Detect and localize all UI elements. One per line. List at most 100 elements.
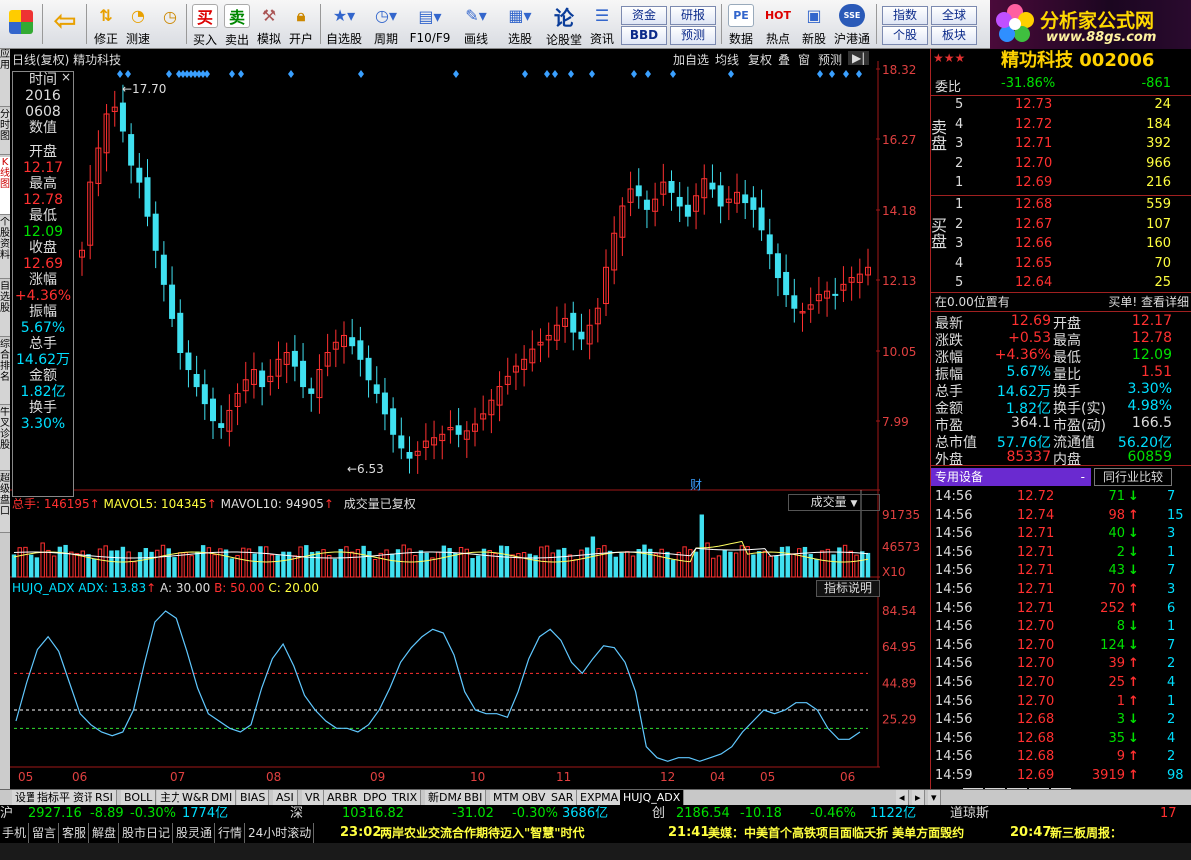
indicator-tab-12[interactable]: DPO [360,790,391,805]
sell-level-3[interactable]: 3 12.71 392 [931,136,1179,154]
quick-link-4[interactable]: 股市日记 [120,823,174,843]
tab-menu-icon[interactable]: ▾ [928,790,941,805]
indicator-tab-4[interactable]: BOLL [121,790,157,805]
forum-button[interactable]: 论 论股堂 [544,2,584,48]
chart-canvas[interactable]: 18.32 16.27 14.18 12.13 10.05 7.99 ←17.70 ←6.53… [10,49,930,789]
tick-row[interactable]: 14:56 12.68 9 ↑ 2 [931,749,1191,767]
event-marker-0[interactable] [117,70,123,78]
f10-button[interactable]: ▤▾ F10/F9 [408,2,452,47]
event-marker-11[interactable] [229,70,235,78]
quick-link-2[interactable]: 客服 [60,823,90,843]
event-marker-19[interactable] [568,70,574,78]
speed-test-button[interactable]: ◔ 测速 [122,2,154,47]
indicator-tab-9[interactable]: ASI [273,790,298,805]
tick-row[interactable]: 14:56 12.74 98 ↑ 15 [931,508,1191,526]
indicator-tab-11[interactable]: ARBR [324,790,362,805]
bbd-button[interactable]: BBD [621,26,667,45]
new-stock-button[interactable]: ▣ 新股 [798,2,830,47]
tick-row[interactable]: 14:56 12.71 43 ↓ 7 [931,563,1191,581]
event-marker-21[interactable] [631,70,637,78]
quick-link-6[interactable]: 行情 [216,823,246,843]
tick-row[interactable]: 14:56 12.70 124 ↓ 7 [931,638,1191,656]
indicator-tab-16[interactable]: MTM [490,790,523,805]
clock-test-button[interactable]: ◷ [154,2,186,47]
tick-row[interactable]: 14:56 12.70 25 ↑ 4 [931,675,1191,693]
volume-selector[interactable]: 成交量 ▼ [788,494,880,511]
tick-row[interactable]: 14:56 12.71 70 ↑ 3 [931,582,1191,600]
global-button[interactable]: 全球 [931,6,977,25]
buy-level-2[interactable]: 2 12.67 107 [931,217,1179,235]
close-icon[interactable]: × [61,70,71,84]
indicator-help-button[interactable]: 指标说明 [816,580,880,597]
tick-row[interactable]: 14:56 12.72 71 ↓ 7 [931,489,1191,507]
left-tab-3[interactable]: 个股资料 [0,217,10,279]
sector-bar[interactable]: 专用设备 - [931,468,1091,486]
finance-marker[interactable]: 财 [690,478,702,492]
buy-button[interactable]: 买 买入 [190,2,220,47]
event-marker-16[interactable] [522,70,528,78]
quick-link-3[interactable]: 解盘 [90,823,120,843]
tick-row[interactable]: 14:56 12.71 2 ↓ 1 [931,545,1191,563]
sell-level-1[interactable]: 1 12.69 216 [931,175,1179,193]
back-button[interactable]: ⇦ [48,2,82,47]
event-marker-27[interactable] [843,70,849,78]
event-marker-23[interactable] [670,70,676,78]
tab-scroll-right-icon[interactable]: ▸ [912,790,925,805]
event-marker-15[interactable] [453,70,459,78]
sell-button[interactable]: 卖 卖出 [222,2,252,47]
indicator-tab-18[interactable]: SAR [548,790,578,805]
indicator-tab-7[interactable]: DMI [208,790,237,805]
indicator-tab-15[interactable]: BBI [461,790,487,805]
event-marker-25[interactable] [817,70,823,78]
tick-row[interactable]: 14:56 12.70 8 ↓ 1 [931,619,1191,637]
indicator-tab-13[interactable]: TRIX [389,790,422,805]
sector-button[interactable]: 板块 [931,26,977,45]
event-marker-18[interactable] [552,70,558,78]
index-button[interactable]: 指数 [882,6,928,25]
watchlist-button[interactable]: ★▾ 自选股 [324,2,364,47]
buy-level-5[interactable]: 5 12.64 25 [931,275,1179,293]
left-tab-5[interactable]: 综合排名 [0,339,10,405]
left-tab-0[interactable]: 应用 [0,49,10,107]
indicator-tab-3[interactable]: RSI [92,790,117,805]
news-headline-1[interactable]: 美媒：中美首个高铁项目面临夭折 美单方面毁约 [708,823,964,843]
left-tab-2[interactable]: K线图 [0,157,10,215]
news-headline-2[interactable]: 新三板周报： [1050,823,1122,843]
stock-filter-button[interactable]: ▦▾ 选股 [500,2,540,47]
event-marker-22[interactable] [645,70,651,78]
tick-row[interactable]: 14:56 12.68 3 ↓ 2 [931,712,1191,730]
correct-button[interactable]: ⇅ 修正 [90,2,122,47]
buy-detail-link[interactable]: 买单! 查看详细 [1108,293,1189,310]
forecast-button[interactable]: 预测 [670,26,716,45]
hot-button[interactable]: HOT 热点 [762,2,794,47]
indicator-tab-17[interactable]: OBV [519,790,550,805]
left-tab-7[interactable]: 超级盘口 [0,473,10,533]
event-marker-14[interactable] [358,70,364,78]
indicator-tab-8[interactable]: BIAS [237,790,270,805]
open-account-button[interactable]: 🔒︎ 开户 [286,2,316,47]
tick-row[interactable]: 14:56 12.70 39 ↑ 2 [931,656,1191,674]
period-button[interactable]: ◷▾ 周期 [366,2,406,47]
buy-level-3[interactable]: 3 12.66 160 [931,236,1179,254]
event-marker-2[interactable] [166,70,172,78]
indicator-tab-10[interactable]: VR [302,790,325,805]
left-tab-6[interactable]: 牛叉诊股 [0,407,10,471]
news-button[interactable]: ☰ 资讯 [586,2,618,47]
quick-link-1[interactable]: 留言 [30,823,60,843]
peer-compare-button[interactable]: 同行业比较 [1094,468,1172,486]
quick-link-0[interactable]: 手机 [0,823,30,843]
window-button[interactable] [4,2,38,47]
event-marker-17[interactable] [544,70,550,78]
event-marker-1[interactable] [125,70,131,78]
indicator-tab-19[interactable]: EXPMA [577,790,623,805]
fund-button[interactable]: 资金 [621,6,667,25]
tick-row[interactable]: 14:56 12.68 35 ↓ 4 [931,731,1191,749]
tick-row[interactable]: 14:59 12.69 3919 ↑ 98 [931,768,1191,786]
left-tab-4[interactable]: 自选股 [0,281,10,337]
single-stock-button[interactable]: 个股 [882,26,928,45]
sell-level-4[interactable]: 4 12.72 184 [931,117,1179,135]
event-marker-28[interactable] [856,70,862,78]
simulate-button[interactable]: ⚒ 模拟 [254,2,284,47]
event-marker-20[interactable] [589,70,595,78]
event-marker-13[interactable] [288,70,294,78]
